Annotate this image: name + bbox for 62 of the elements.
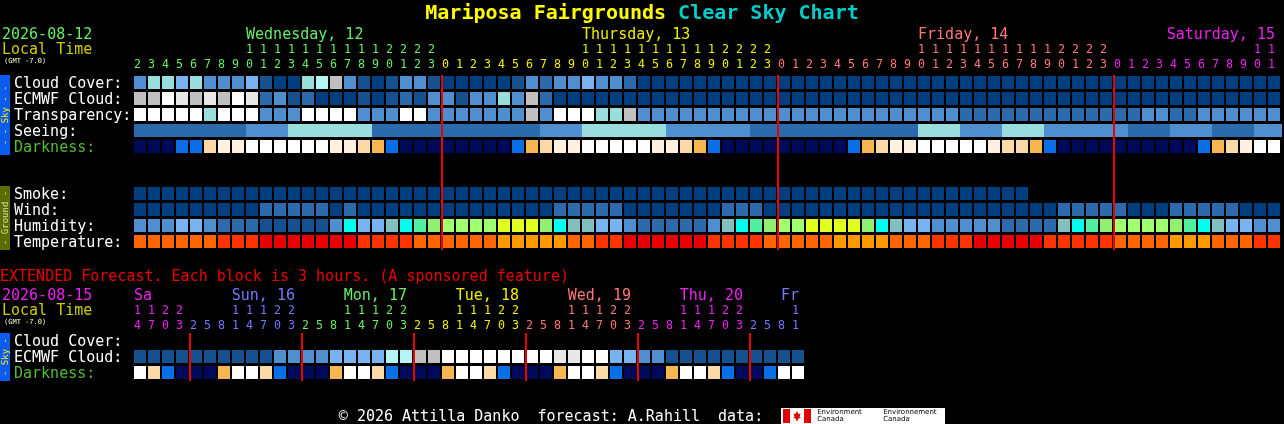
day-label: Thursday, 13 [582, 27, 691, 42]
day-label: Sun, 16 [231, 288, 295, 303]
hour-digits: 2 5 8 1 4 7 0 3 [190, 318, 295, 333]
row-label: Wind: [13, 202, 61, 218]
hour-digits: 2 5 8 1 4 7 0 3 [526, 318, 631, 333]
flag-icon [783, 408, 812, 423]
row-label: Transparency: [13, 107, 133, 123]
day-divider-line [189, 333, 191, 381]
hour-digits: 1 1 [1254, 42, 1275, 57]
hour-digits: 0 1 2 3 4 5 6 7 8 9 0 1 [1114, 57, 1275, 72]
day-divider-line [301, 333, 303, 381]
row-label: Humidity: [13, 218, 96, 234]
credit-text: forecast: A.Rahill [537, 406, 700, 424]
row-label: Cloud Cover: [13, 75, 124, 91]
hour-digits: 0 1 2 3 4 5 6 7 8 9 0 1 2 3 4 5 6 7 8 9 0 1 2 3 [778, 57, 1107, 72]
row-label: Darkness: [13, 139, 97, 155]
day-divider-line [637, 333, 639, 381]
time-label: Local Time [1, 303, 94, 318]
hour-digits: 2 5 8 1 [750, 318, 799, 333]
row-label: Smoke: [13, 186, 70, 202]
row-label: ECMWF Cloud: [13, 349, 124, 365]
row-label: Seeing: [13, 123, 78, 139]
day-label: Friday, 14 [918, 27, 1009, 42]
copyright-text: © 2026 Attilla Danko [338, 406, 520, 424]
hour-digits: 1 1 2 2 [134, 303, 183, 318]
hour-digits: 1 1 1 2 2 [568, 303, 631, 318]
day-divider-line [525, 333, 527, 381]
day-label: Thu, 20 [679, 288, 743, 303]
hour-digits: 1 1 1 2 2 [344, 303, 407, 318]
hour-digits: 4 7 0 3 [134, 318, 183, 333]
row-label: Darkness: [13, 365, 97, 381]
row-label: Cloud Cover: [13, 333, 124, 349]
hour-digits: 1 1 1 2 2 [232, 303, 295, 318]
hour-digits: 1 1 1 2 2 [680, 303, 743, 318]
day-label: Tue, 18 [455, 288, 519, 303]
hour-digits: 1 [792, 303, 799, 318]
hour-digits: 1 1 1 1 1 1 1 1 1 1 2 2 2 2 [582, 42, 771, 57]
hour-digits: 2 5 8 1 4 7 0 3 [414, 318, 519, 333]
day-divider-line [413, 333, 415, 381]
date-label: 2026-08-15 [1, 288, 94, 303]
day-label: Wednesday, 12 [246, 27, 364, 42]
date-label: 2026-08-12 [1, 27, 94, 42]
day-label: Wed, 19 [567, 288, 631, 303]
hour-digits: 2 5 8 1 4 7 0 3 [638, 318, 743, 333]
hour-digits: 2 3 4 5 6 7 8 9 0 1 2 3 4 5 6 7 8 9 0 1 2 3 [134, 57, 435, 72]
hour-digits: 1 1 1 2 2 [456, 303, 519, 318]
hour-digits: 1 1 1 1 1 1 1 1 1 1 2 2 2 2 [918, 42, 1107, 57]
day-label: Mon, 17 [343, 288, 407, 303]
hour-digits: 0 1 2 3 4 5 6 7 8 9 0 1 2 3 4 5 6 7 8 9 0 1 2 3 [442, 57, 771, 72]
day-label: Sa [134, 288, 153, 303]
extended-forecast-note: EXTENDED Forecast. Each block is 3 hours. (A sponsored feature) [0, 268, 569, 284]
chart-title: Clear Sky Chart [678, 0, 859, 24]
day-divider-line [749, 333, 751, 381]
day-label: Fr [780, 288, 799, 303]
credit-text: data: [718, 406, 764, 424]
day-label: Saturday, 15 [1166, 27, 1275, 42]
row-label: ECMWF Cloud: [13, 91, 124, 107]
time-label: Local Time [1, 42, 94, 57]
location-name: Mariposa Fairgrounds [425, 0, 667, 24]
hour-digits: 2 5 8 1 4 7 0 3 [302, 318, 407, 333]
hour-digits: 1 1 1 1 1 1 1 1 1 1 2 2 2 2 [246, 42, 435, 57]
row-label: Temperature: [13, 234, 124, 250]
